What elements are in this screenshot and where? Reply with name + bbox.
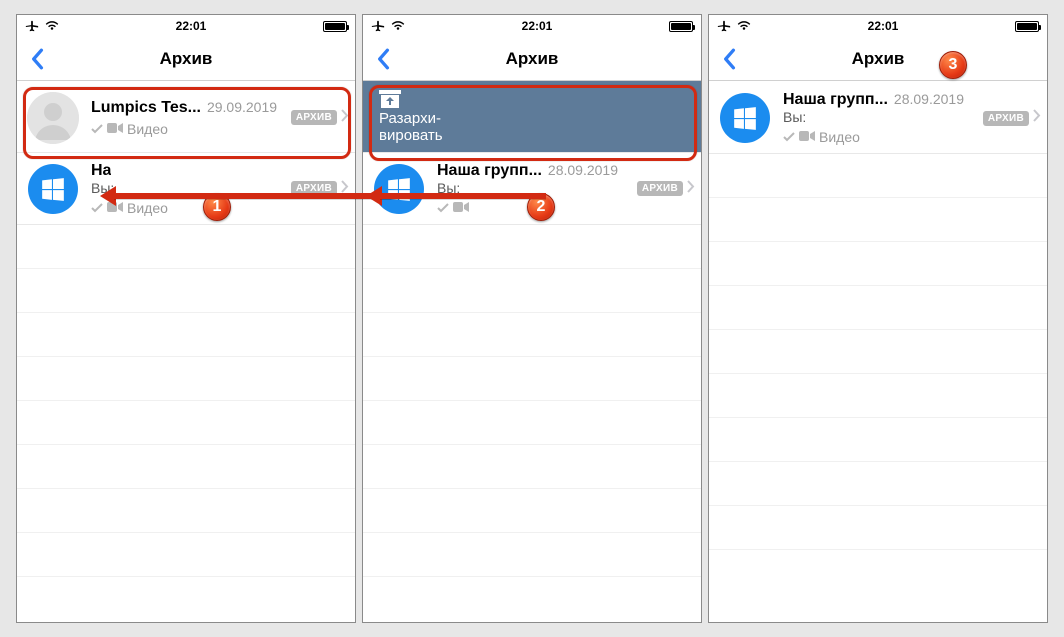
chat-prefix: Вы: [783,109,983,125]
unarchive-icon [379,90,401,108]
chevron-right-icon [341,180,349,198]
unarchive-label-line1: Разархи- [379,110,441,127]
video-icon [107,121,123,137]
chat-row[interactable]: Lumpics Tes... 29.09.2019 Видео АРХИВ [17,81,355,153]
chat-date: 28.09.2019 [894,91,964,107]
wifi-icon [45,21,59,31]
chevron-right-icon [341,109,349,127]
chevron-right-icon [687,180,695,198]
status-time: 22:01 [868,19,899,33]
archive-badge: АРХИВ [291,181,337,196]
avatar-windows-icon [373,163,425,215]
back-button[interactable] [709,37,749,81]
step-badge-2: 2 [527,193,555,221]
check-icon [91,200,103,216]
chat-list: Lumpics Tes... 29.09.2019 Видео АРХИВ [17,81,355,577]
unarchive-label-line2: вировать [379,127,443,144]
chevron-right-icon [1033,109,1041,127]
back-button[interactable] [363,37,403,81]
chat-row[interactable]: Наша групп... 28.09.2019 Вы: Видео АРХИВ [709,81,1047,154]
battery-icon [669,21,693,32]
airplane-mode-icon [717,19,731,33]
status-time: 22:01 [522,19,553,33]
nav-bar: Архив [363,37,701,81]
chat-subtext: Видео [127,200,168,216]
step-badge-1: 1 [203,193,231,221]
archive-badge: АРХИВ [983,111,1029,126]
airplane-mode-icon [371,19,385,33]
status-time: 22:01 [176,19,207,33]
archive-badge: АРХИВ [637,181,683,196]
avatar-windows-icon [719,92,771,144]
airplane-mode-icon [25,19,39,33]
chat-title: На [91,162,111,180]
chat-date: 28.09.2019 [548,162,618,178]
status-bar: 22:01 [17,15,355,37]
check-icon [437,200,449,216]
step-badge-3: 3 [939,51,967,79]
nav-bar: Архив [17,37,355,81]
check-icon [783,129,795,145]
archive-badge: АРХИВ [291,110,337,125]
video-icon [453,200,469,216]
chat-list: Наша групп... 28.09.2019 Вы: Видео АРХИВ [709,81,1047,550]
page-title: Архив [17,49,355,69]
chat-list: Разархи- вировать Наша групп... 28.09.20… [363,81,701,577]
wifi-icon [391,21,405,31]
swipe-action-row[interactable]: Разархи- вировать [363,81,701,153]
battery-icon [1015,21,1039,32]
chat-date: 29.09.2019 [207,99,277,115]
phone-panel-1: 22:01 Архив Lumpics Tes... 29.09.2019 [16,14,356,623]
status-bar: 22:01 [709,15,1047,37]
page-title: Архив [709,49,1047,69]
page-title: Архив [363,49,701,69]
video-icon [107,200,123,216]
chat-subtext: Видео [127,121,168,137]
video-icon [799,129,815,145]
chat-title: Наша групп... [437,162,542,180]
avatar-person-icon [27,92,79,144]
back-button[interactable] [17,37,57,81]
chat-prefix: Вы: [91,180,291,196]
chat-title: Наша групп... [783,91,888,109]
nav-bar: Архив [709,37,1047,81]
phone-panel-3: 22:01 Архив Наша групп... 28.09.2019 Вы: [708,14,1048,623]
avatar-windows-icon [27,163,79,215]
battery-icon [323,21,347,32]
chat-row[interactable]: На 28.09.2019 Вы: Видео АРХИВ [17,153,355,225]
status-bar: 22:01 [363,15,701,37]
check-icon [91,121,103,137]
chat-subtext: Видео [819,129,860,145]
wifi-icon [737,21,751,31]
phone-panel-2: 22:01 Архив Разархи- вировать [362,14,702,623]
unarchive-action[interactable]: Разархи- вировать [363,81,701,152]
chat-title: Lumpics Tes... [91,99,201,117]
